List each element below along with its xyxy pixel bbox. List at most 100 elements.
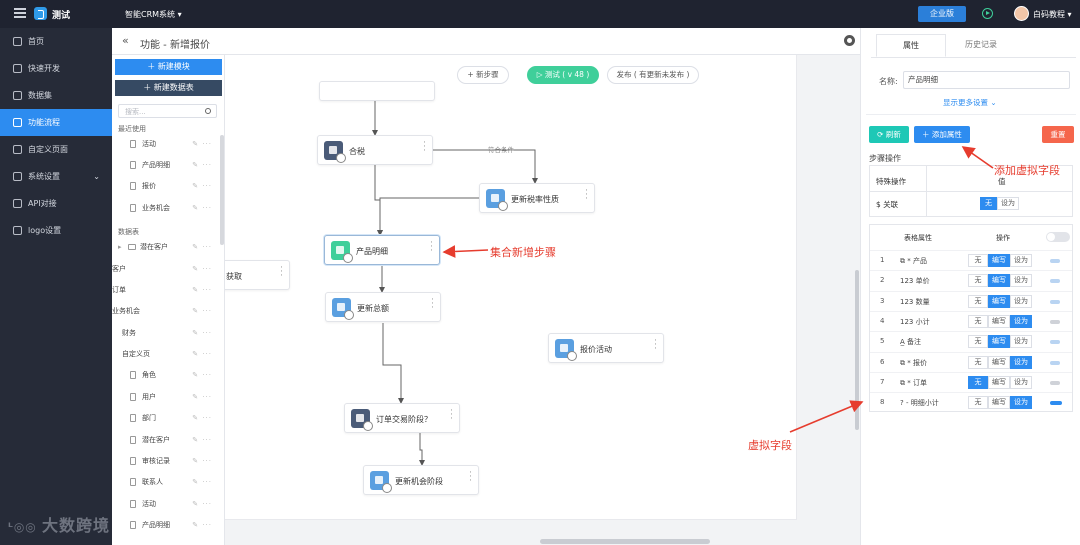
tree-item[interactable]: 活动 ✎ ··· bbox=[112, 498, 222, 510]
tree-item[interactable]: 用户 ✎ ··· bbox=[112, 391, 222, 403]
item-tools[interactable]: ✎ ··· bbox=[192, 519, 212, 531]
tree-item[interactable]: 部门 ✎ ··· bbox=[112, 412, 222, 424]
row-toggle[interactable] bbox=[1050, 360, 1060, 365]
flow-canvas[interactable]: 符合条件 + 新步骤 ▷ 测试 ( v 48 ) 发布 ( 有更新未发布 ) 合… bbox=[225, 55, 860, 545]
segment-write[interactable]: 编写 bbox=[988, 355, 1010, 369]
more-vert-icon[interactable]: · · · bbox=[430, 239, 433, 256]
more-vert-icon[interactable]: · · · bbox=[423, 139, 426, 156]
row-toggle[interactable] bbox=[1050, 259, 1060, 263]
flow-node-stage[interactable]: 订单交易阶段？ · · · bbox=[344, 403, 460, 433]
more-vert-icon[interactable]: · · · bbox=[431, 296, 434, 313]
toggle-switch[interactable] bbox=[1046, 232, 1070, 242]
item-tools[interactable]: ✎ ··· bbox=[192, 476, 212, 488]
segment-set[interactable]: 设为 bbox=[1010, 274, 1032, 288]
flow-node-heji[interactable]: 合税 · · · bbox=[317, 135, 433, 165]
system-selector[interactable]: 智能CRM系统 ▾ bbox=[125, 9, 182, 20]
segment-none[interactable]: 无 bbox=[968, 335, 988, 349]
sidebar-item-quick-dev[interactable]: 快速开发 bbox=[0, 55, 112, 82]
new-module-button[interactable]: ＋ 新建模块 bbox=[115, 59, 222, 75]
tab-properties[interactable]: 属性 bbox=[876, 34, 946, 57]
item-tools[interactable]: ✎ ··· bbox=[192, 305, 212, 317]
tree-item[interactable]: 联系人 ✎ ··· bbox=[112, 476, 222, 488]
segment-set[interactable]: 设为 bbox=[1010, 294, 1032, 308]
item-tools[interactable]: ✎ ··· bbox=[192, 369, 212, 381]
segment-write[interactable]: 编写 bbox=[988, 314, 1010, 328]
canvas-hscrollbar[interactable] bbox=[540, 539, 710, 544]
segment-none[interactable]: 无 bbox=[968, 396, 988, 410]
tree-item[interactable]: 产品明细 ✎ ··· bbox=[112, 519, 222, 531]
table-row[interactable]: 2 123 单价 无编写 设为 bbox=[870, 270, 1072, 290]
tab-history[interactable]: 历史记录 bbox=[949, 34, 1013, 57]
item-tools[interactable]: ✎ ··· bbox=[192, 498, 212, 510]
segment-write[interactable]: 编写 bbox=[988, 375, 1010, 389]
sidebar-item-home[interactable]: 首页 bbox=[0, 28, 112, 55]
tree-scrollbar[interactable] bbox=[220, 135, 224, 245]
tree-folder[interactable]: 财务 ✎ ··· bbox=[112, 327, 222, 339]
table-row[interactable]: 5 A̲ 备注 无编写 设为 bbox=[870, 331, 1072, 351]
test-button[interactable]: ▷ 测试 ( v 48 ) bbox=[527, 66, 599, 84]
sidebar-item-custom-page[interactable]: 自定义页面 bbox=[0, 136, 112, 163]
segment-set[interactable]: 设为 bbox=[1010, 314, 1032, 328]
table-row[interactable]: 3 123 数量 无编写 设为 bbox=[870, 290, 1072, 311]
publish-button[interactable]: 发布 ( 有更新未发布 ) bbox=[607, 66, 699, 84]
segment-none[interactable]: 无 bbox=[968, 294, 988, 308]
item-tools[interactable]: ✎ ··· bbox=[192, 180, 212, 192]
item-tools[interactable]: ✎ ··· bbox=[192, 241, 212, 253]
more-vert-icon[interactable]: · · · bbox=[585, 187, 588, 204]
play-icon[interactable] bbox=[982, 8, 993, 19]
tree-item[interactable]: 业务机会 ✎ ··· bbox=[112, 202, 222, 214]
row-toggle[interactable] bbox=[1050, 401, 1062, 406]
item-tools[interactable]: ✎ ··· bbox=[192, 284, 212, 296]
tree-folder[interactable]: ▸ 潜在客户 ✎ ··· bbox=[112, 241, 222, 253]
item-tools[interactable]: ✎ ··· bbox=[192, 263, 212, 275]
tree-folder[interactable]: 订单 ✎ ··· bbox=[112, 284, 222, 296]
new-table-button[interactable]: ＋ 新建数据表 bbox=[115, 80, 222, 96]
segment-write[interactable]: 编写 bbox=[988, 335, 1010, 349]
segment-set[interactable]: 设为 bbox=[1010, 335, 1032, 349]
tree-folder[interactable]: 客户 ✎ ··· bbox=[112, 263, 222, 275]
segment-none[interactable]: 无 bbox=[968, 314, 988, 328]
item-tools[interactable]: ✎ ··· bbox=[192, 348, 212, 360]
segment-write[interactable]: 编写 bbox=[988, 254, 1010, 267]
flow-node-quote-activity[interactable]: 报价活动 · · · bbox=[548, 333, 664, 363]
segment-none[interactable]: 无 bbox=[968, 375, 988, 389]
segment-write[interactable]: 编写 bbox=[988, 396, 1010, 410]
segment-set[interactable]: 设为 bbox=[997, 197, 1019, 210]
add-step-button[interactable]: + 新步骤 bbox=[457, 66, 509, 84]
tree-item[interactable]: 审核记录 ✎ ··· bbox=[112, 455, 222, 467]
segment-none[interactable]: 无 bbox=[980, 197, 997, 210]
more-vert-icon[interactable]: · · · bbox=[654, 337, 657, 354]
segment-set[interactable]: 设为 bbox=[1010, 375, 1032, 389]
item-tools[interactable]: ✎ ··· bbox=[192, 412, 212, 424]
avatar[interactable] bbox=[1014, 6, 1029, 21]
add-attribute-button[interactable]: ＋ 添加属性 bbox=[914, 126, 970, 143]
table-row[interactable]: 8 ? - 明细小计 无编写 设为 bbox=[870, 392, 1072, 412]
sidebar-item-dataset[interactable]: 数据集 bbox=[0, 82, 112, 109]
user-menu[interactable]: 白码教程 ▾ bbox=[1033, 9, 1072, 20]
flow-node-opportunity[interactable]: 更新机会阶段 · · · bbox=[363, 465, 479, 495]
segment-set[interactable]: 设为 bbox=[1010, 355, 1032, 369]
sidebar-item-workflow[interactable]: 功能流程 bbox=[0, 109, 112, 136]
tree-search-input[interactable]: 搜索... bbox=[118, 104, 217, 118]
more-vert-icon[interactable]: · · · bbox=[469, 469, 472, 486]
search-icon[interactable] bbox=[205, 108, 211, 114]
segment-none[interactable]: 无 bbox=[968, 355, 988, 369]
caret-right-icon[interactable]: ▸ bbox=[118, 241, 122, 253]
flow-node-partial[interactable] bbox=[319, 81, 435, 101]
segment-none[interactable]: 无 bbox=[968, 274, 988, 288]
item-tools[interactable]: ✎ ··· bbox=[192, 327, 212, 339]
tree-folder[interactable]: 业务机会 ✎ ··· bbox=[112, 305, 222, 317]
name-field[interactable]: 产品明细 bbox=[903, 71, 1070, 89]
more-settings-link[interactable]: 显示更多设置 ⌄ bbox=[943, 97, 997, 108]
item-tools[interactable]: ✎ ··· bbox=[192, 455, 212, 467]
canvas-vscrollbar[interactable] bbox=[855, 270, 859, 430]
tree-item[interactable]: 产品明细 ✎ ··· bbox=[112, 159, 222, 171]
row-toggle[interactable] bbox=[1050, 279, 1060, 284]
item-tools[interactable]: ✎ ··· bbox=[192, 202, 212, 214]
segment-set[interactable]: 设为 bbox=[1010, 254, 1032, 267]
gear-icon[interactable] bbox=[844, 35, 855, 46]
row-toggle[interactable] bbox=[1050, 340, 1060, 345]
tree-item[interactable]: 活动 ✎ ··· bbox=[112, 138, 222, 150]
menu-icon[interactable] bbox=[14, 8, 26, 18]
table-row[interactable]: 7 ⧉ * 订单 无编写 设为 bbox=[870, 371, 1072, 392]
